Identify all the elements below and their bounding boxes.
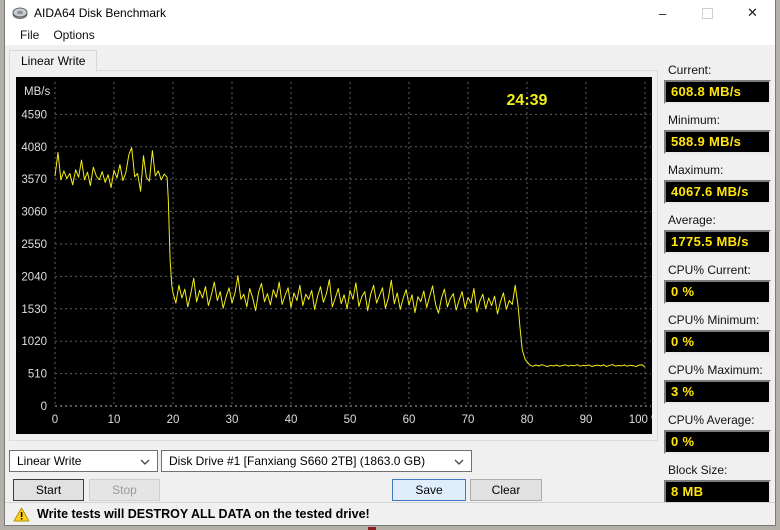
close-button[interactable]: ✕ [730, 0, 775, 26]
drive-value: Disk Drive #1 [Fanxiang S660 2TB] (1863.… [169, 454, 426, 468]
svg-text:MB/s: MB/s [24, 86, 50, 98]
svg-text:510: 510 [28, 369, 47, 381]
svg-text:0: 0 [52, 414, 58, 426]
stat-cpu-current: CPU% Current: 0 % [664, 263, 771, 304]
stat-label: CPU% Average: [668, 413, 755, 427]
start-button[interactable]: Start [13, 479, 84, 501]
svg-text:20: 20 [167, 414, 180, 426]
svg-text:3060: 3060 [21, 207, 47, 219]
svg-text:10: 10 [108, 414, 121, 426]
stat-label: CPU% Maximum: [668, 363, 763, 377]
svg-text:2550: 2550 [21, 239, 47, 251]
svg-text:40: 40 [285, 414, 298, 426]
menu-file[interactable]: File [13, 26, 46, 45]
stat-label: CPU% Minimum: [668, 313, 760, 327]
app-icon [12, 7, 28, 19]
tab-linear-write[interactable]: Linear Write [9, 50, 98, 72]
status-bar: Write tests will DESTROY ALL DATA on the… [5, 502, 775, 525]
tab-page: 0 510 1020 1530 2040 2550 3060 3570 4080 4590 0 10 2… [9, 70, 658, 441]
test-type-select[interactable]: Linear Write [9, 450, 158, 472]
stat-label: Average: [668, 213, 716, 227]
clear-button[interactable]: Clear [470, 479, 542, 501]
stat-cpu-maximum: CPU% Maximum: 3 % [664, 363, 771, 404]
stop-button[interactable]: Stop [89, 479, 160, 501]
stat-minimum: Minimum: 588.9 MB/s [664, 113, 771, 154]
stat-value: 3 % [664, 380, 771, 404]
chevron-down-icon [140, 459, 150, 465]
stat-label: CPU% Current: [668, 263, 751, 277]
svg-text:70: 70 [462, 414, 475, 426]
stat-value: 0 % [664, 430, 771, 454]
app-window: AIDA64 Disk Benchmark – ✕ File Options L… [4, 0, 776, 526]
warning-icon [13, 507, 30, 521]
stat-label: Current: [668, 63, 712, 77]
svg-text:30: 30 [226, 414, 239, 426]
svg-text:4590: 4590 [21, 109, 47, 121]
maximize-button[interactable] [685, 0, 730, 26]
stat-label: Maximum: [668, 163, 724, 177]
stat-value: 8 MB [664, 480, 771, 504]
stat-value: 4067.6 MB/s [664, 180, 771, 204]
stat-value: 588.9 MB/s [664, 130, 771, 154]
svg-text:1020: 1020 [21, 336, 47, 348]
window-title: AIDA64 Disk Benchmark [34, 6, 167, 20]
stat-value: 1775.5 MB/s [664, 230, 771, 254]
svg-text:60: 60 [403, 414, 416, 426]
svg-text:80: 80 [521, 414, 534, 426]
stat-label: Minimum: [668, 113, 721, 127]
stat-cpu-minimum: CPU% Minimum: 0 % [664, 313, 771, 354]
minimize-button[interactable]: – [640, 0, 685, 26]
chevron-down-icon [454, 459, 464, 465]
benchmark-chart: 0 510 1020 1530 2040 2550 3060 3570 4080 4590 0 10 2… [16, 77, 652, 434]
stat-maximum: Maximum: 4067.6 MB/s [664, 163, 771, 204]
svg-text:1530: 1530 [21, 304, 47, 316]
stats-panel: Current: 608.8 MB/s Minimum: 588.9 MB/s … [664, 63, 771, 504]
svg-text:3570: 3570 [21, 174, 47, 186]
stat-value: 608.8 MB/s [664, 80, 771, 104]
stat-value: 0 % [664, 280, 771, 304]
stat-average: Average: 1775.5 MB/s [664, 213, 771, 254]
svg-text:50: 50 [344, 414, 357, 426]
svg-text:2040: 2040 [21, 271, 47, 283]
warning-text: Write tests will DESTROY ALL DATA on the… [37, 507, 370, 521]
svg-text:100 %: 100 % [629, 414, 652, 426]
stat-label: Block Size: [668, 463, 728, 477]
svg-text:4080: 4080 [21, 142, 47, 154]
menu-bar: File Options [5, 26, 775, 45]
test-type-value: Linear Write [17, 454, 82, 468]
stat-current: Current: 608.8 MB/s [664, 63, 771, 104]
chart-canvas: 0510102015302040255030603570408045900 10 2… [21, 82, 652, 426]
svg-text:90: 90 [580, 414, 593, 426]
stat-block-size: Block Size: 8 MB [664, 463, 771, 504]
save-button[interactable]: Save [392, 479, 466, 501]
maximize-icon [702, 7, 713, 19]
title-bar: AIDA64 Disk Benchmark – ✕ [5, 0, 775, 26]
drive-select[interactable]: Disk Drive #1 [Fanxiang S660 2TB] (1863.… [161, 450, 472, 472]
stat-value: 0 % [664, 330, 771, 354]
stat-cpu-average: CPU% Average: 0 % [664, 413, 771, 454]
svg-text:24:39: 24:39 [507, 92, 548, 109]
menu-options[interactable]: Options [46, 26, 101, 45]
svg-text:0: 0 [41, 401, 47, 413]
